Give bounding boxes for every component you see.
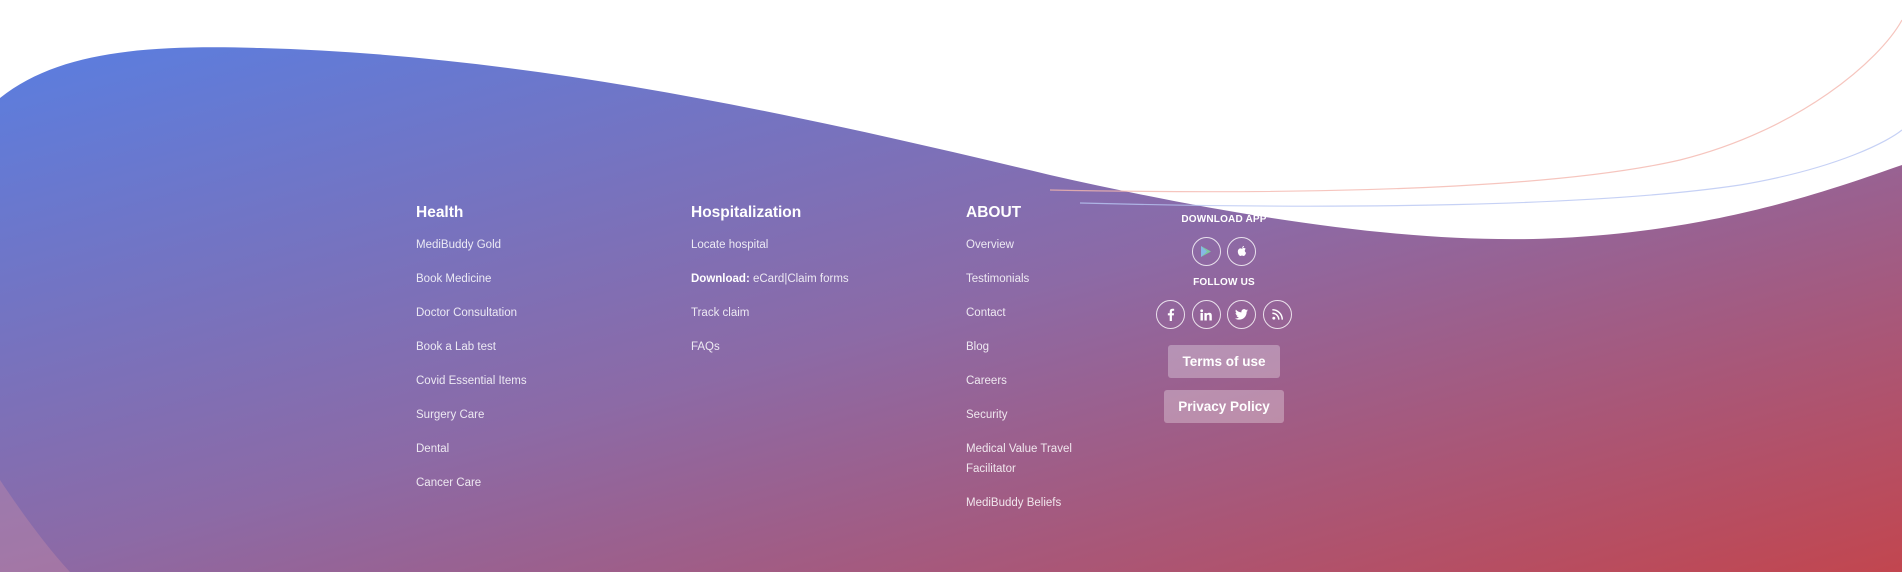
link-doctor-consultation[interactable]: Doctor Consultation (416, 303, 527, 323)
social-buttons (1150, 300, 1298, 329)
link-medical-value-travel-facilitator[interactable]: Medical Value Travel Facilitator (966, 439, 1096, 479)
link-track-claim[interactable]: Track claim (691, 303, 849, 323)
link-covid-essential-items[interactable]: Covid Essential Items (416, 371, 527, 391)
follow-us-heading: FOLLOW US (1193, 277, 1255, 288)
decorative-line-pink (1049, 19, 1902, 193)
about-heading: ABOUT (966, 204, 1022, 221)
link-testimonials[interactable]: Testimonials (966, 269, 1096, 289)
download-row: Download: eCard|Claim forms (691, 269, 849, 289)
link-faqs[interactable]: FAQs (691, 337, 849, 357)
link-dental[interactable]: Dental (416, 439, 527, 459)
link-locate-hospital[interactable]: Locate hospital (691, 235, 849, 255)
privacy-policy-button[interactable]: Privacy Policy (1164, 390, 1284, 423)
health-column: Health MediBuddy Gold Book Medicine Doct… (416, 203, 527, 507)
link-medibuddy-beliefs[interactable]: MediBuddy Beliefs (966, 493, 1096, 513)
linkedin-icon[interactable] (1191, 300, 1221, 329)
app-store-buttons (1150, 237, 1298, 266)
rss-icon[interactable] (1262, 300, 1292, 329)
apps-social-legal: DOWNLOAD APP FOLLOW US Terms of use Priv… (1150, 213, 1298, 423)
apple-icon[interactable] (1227, 237, 1257, 266)
link-ecard[interactable]: eCard (753, 273, 784, 285)
link-overview[interactable]: Overview (966, 235, 1096, 255)
link-careers[interactable]: Careers (966, 371, 1096, 391)
link-blog[interactable]: Blog (966, 337, 1096, 357)
hospitalization-column: Hospitalization Locate hospital Download… (691, 203, 849, 371)
link-security[interactable]: Security (966, 405, 1096, 425)
download-prefix: Download: (691, 273, 750, 285)
terms-of-use-button[interactable]: Terms of use (1168, 345, 1280, 378)
link-surgery-care[interactable]: Surgery Care (416, 405, 527, 425)
link-book-medicine[interactable]: Book Medicine (416, 269, 527, 289)
google-play-icon[interactable] (1191, 237, 1221, 266)
link-cancer-care[interactable]: Cancer Care (416, 473, 527, 493)
about-column: ABOUT Overview Testimonials Contact Blog… (966, 203, 1096, 527)
twitter-icon[interactable] (1227, 300, 1257, 329)
facebook-icon[interactable] (1156, 300, 1186, 329)
link-claim-forms[interactable]: Claim forms (787, 273, 848, 285)
download-app-heading: DOWNLOAD APP (1181, 214, 1267, 225)
gradient-wave (0, 47, 1902, 572)
health-heading: Health (416, 204, 464, 221)
footer-background (0, 19, 1902, 572)
link-medibuddy-gold[interactable]: MediBuddy Gold (416, 235, 527, 255)
link-contact[interactable]: Contact (966, 303, 1096, 323)
link-book-lab-test[interactable]: Book a Lab test (416, 337, 527, 357)
decorative-line-blue (1079, 129, 1902, 207)
hospitalization-heading: Hospitalization (691, 204, 802, 221)
